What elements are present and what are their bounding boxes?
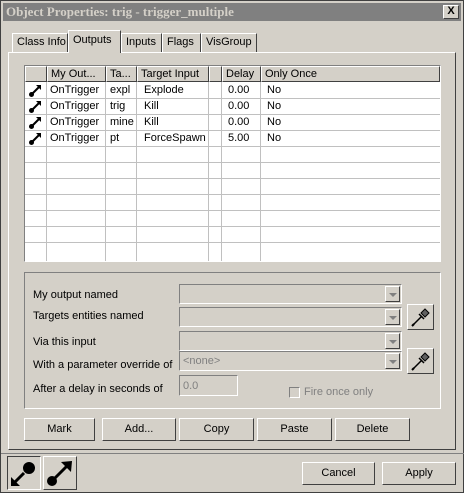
tab-label: Class Info <box>17 36 66 48</box>
cell-target: expl <box>110 84 131 96</box>
targets-entities-combo[interactable] <box>179 307 402 327</box>
cell-target: mine <box>110 116 134 128</box>
output-arrow-icon <box>28 98 44 114</box>
tab-label: VisGroup <box>206 36 252 48</box>
parameter-override-label: With a parameter override of <box>33 359 173 371</box>
column-header-delay[interactable]: Delay <box>222 66 261 82</box>
cell-input: ForceSpawn <box>144 132 206 144</box>
cell-output: OnTrigger <box>50 116 100 128</box>
cell-output: OnTrigger <box>50 132 100 144</box>
object-properties-window: Object Properties: trig - trigger_multip… <box>0 0 464 493</box>
column-header-my-output[interactable]: My Out... <box>47 66 106 82</box>
column-header-icon[interactable] <box>25 66 47 82</box>
parameter-override-value: <none> <box>183 355 221 367</box>
copy-button[interactable]: Copy <box>179 418 254 441</box>
cell-delay: 0.00 <box>228 84 250 96</box>
cell-only-once: No <box>267 132 282 144</box>
output-arrow-icon <box>28 130 44 146</box>
eyedropper-button[interactable] <box>407 348 434 374</box>
output-arrow-icon <box>28 82 44 98</box>
cell-delay: 0.00 <box>228 100 250 112</box>
eyedropper-icon <box>411 308 430 327</box>
cancel-button[interactable]: Cancel <box>302 462 375 485</box>
tab-outputs[interactable]: Outputs <box>68 30 121 53</box>
divider <box>1 453 464 454</box>
via-input-label: Via this input <box>33 336 96 348</box>
close-button[interactable]: X <box>443 5 459 19</box>
parameter-override-combo[interactable]: <none> <box>179 351 402 371</box>
eyedropper-icon <box>411 352 430 371</box>
table-row[interactable]: OnTrigger expl Explode 0.00 No <box>25 82 440 98</box>
tab-label: Inputs <box>126 36 156 48</box>
cell-only-once: No <box>267 116 282 128</box>
tab-visgroup[interactable]: VisGroup <box>201 33 257 52</box>
tab-flags[interactable]: Flags <box>162 33 201 52</box>
chevron-down-icon[interactable] <box>385 333 400 349</box>
add-button[interactable]: Add... <box>102 418 176 441</box>
cell-target: pt <box>110 132 120 144</box>
apply-button[interactable]: Apply <box>382 462 456 485</box>
column-header-only-once[interactable]: Only Once <box>261 66 440 82</box>
tab-label: Flags <box>167 36 194 48</box>
output-named-label: My output named <box>33 289 118 301</box>
chevron-down-icon[interactable] <box>385 353 400 369</box>
tab-label: Outputs <box>73 34 112 46</box>
table-row[interactable]: OnTrigger trig Kill 0.00 No <box>25 98 440 114</box>
cell-input: Kill <box>144 100 159 112</box>
delay-field[interactable]: 0.0 <box>179 375 238 396</box>
tab-class-info[interactable]: Class Info <box>12 33 68 52</box>
grid-line <box>25 210 440 211</box>
table-row[interactable]: OnTrigger pt ForceSpawn 5.00 No <box>25 130 440 146</box>
grid-line <box>25 242 440 243</box>
column-header-param[interactable] <box>209 66 222 82</box>
output-named-combo[interactable] <box>179 284 402 304</box>
cell-input: Kill <box>144 116 159 128</box>
cell-only-once: No <box>267 84 282 96</box>
output-arrow-icon <box>28 114 44 130</box>
cell-only-once: No <box>267 100 282 112</box>
output-connection-icon <box>47 461 72 486</box>
delay-value: 0.0 <box>183 380 199 392</box>
cell-output: OnTrigger <box>50 100 100 112</box>
tab-inputs[interactable]: Inputs <box>121 33 162 52</box>
input-connection-icon <box>11 462 35 486</box>
outputs-list[interactable]: My Out... Ta... Target Input Delay Only … <box>24 65 441 262</box>
table-row[interactable]: OnTrigger mine Kill 0.00 No <box>25 114 440 130</box>
title-bar[interactable]: Object Properties: trig - trigger_multip… <box>3 3 461 21</box>
mark-button[interactable]: Mark <box>24 418 95 441</box>
cell-delay: 0.00 <box>228 116 250 128</box>
targets-entities-label: Targets entities named <box>33 310 144 322</box>
cell-delay: 5.00 <box>228 132 250 144</box>
window-title: Object Properties: trig - trigger_multip… <box>6 4 234 19</box>
grid-line <box>25 194 440 195</box>
delete-button[interactable]: Delete <box>335 418 410 441</box>
output-connections-button[interactable] <box>43 456 77 490</box>
grid-line <box>25 226 440 227</box>
cell-target: trig <box>110 100 126 112</box>
via-input-combo[interactable] <box>179 331 402 351</box>
cell-output: OnTrigger <box>50 84 100 96</box>
paste-button[interactable]: Paste <box>257 418 332 441</box>
cell-input: Explode <box>144 84 184 96</box>
chevron-down-icon[interactable] <box>385 286 400 302</box>
input-connections-button[interactable] <box>7 456 41 490</box>
delay-label: After a delay in seconds of <box>33 383 163 395</box>
grid-line <box>25 162 440 163</box>
fire-once-label: Fire once only <box>304 386 374 398</box>
fire-once-checkbox[interactable] <box>289 387 300 398</box>
grid-line <box>25 178 440 179</box>
chevron-down-icon[interactable] <box>385 309 400 325</box>
column-header-target[interactable]: Ta... <box>106 66 137 82</box>
eyedropper-button[interactable] <box>407 304 434 330</box>
column-header-target-input[interactable]: Target Input <box>137 66 209 82</box>
grid-line <box>25 146 440 147</box>
